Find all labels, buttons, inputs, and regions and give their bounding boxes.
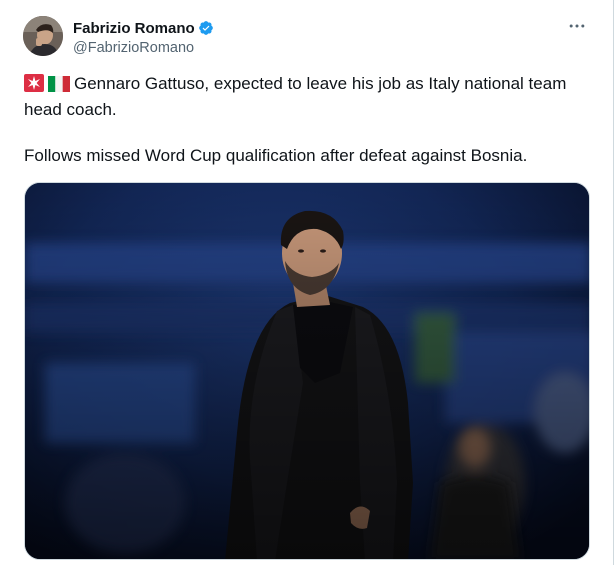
author-handle[interactable]: @FabrizioRomano	[73, 40, 214, 56]
name-row: Fabrizio Romano	[73, 18, 214, 38]
avatar-image	[23, 16, 63, 56]
verified-badge-icon	[198, 20, 214, 36]
siren-emoji-icon	[24, 74, 44, 98]
photo-image	[25, 183, 589, 559]
more-horizontal-icon	[569, 24, 585, 28]
tweet-text: Gennaro Gattuso, expected to leave his j…	[24, 72, 594, 167]
more-options-button[interactable]	[565, 16, 589, 38]
tweet-paragraph-1: Gennaro Gattuso, expected to leave his j…	[24, 72, 594, 121]
tweet-paragraph-2: Follows missed Word Cup qualification af…	[24, 146, 528, 165]
author-names: Fabrizio Romano @FabrizioRomano	[73, 18, 214, 56]
tweet-card: Fabrizio Romano @FabrizioRomano Gennaro …	[0, 0, 614, 565]
author-display-name[interactable]: Fabrizio Romano	[73, 20, 195, 37]
tweet-line-1: Gennaro Gattuso, expected to leave his j…	[24, 74, 567, 119]
avatar[interactable]	[23, 16, 63, 56]
tweet-header: Fabrizio Romano @FabrizioRomano	[23, 16, 214, 56]
tweet-media-photo[interactable]	[24, 182, 590, 560]
italy-flag-icon	[48, 75, 70, 98]
